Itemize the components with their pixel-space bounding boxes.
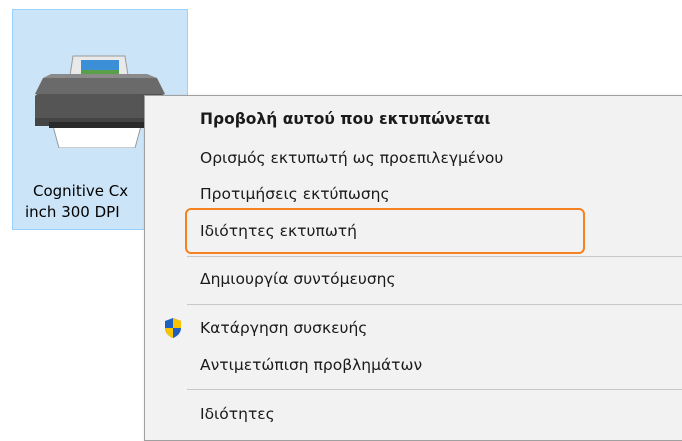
context-menu: Προβολή αυτού που εκτυπώνεται Ορισμός εκ… [144, 95, 682, 441]
menu-separator [187, 304, 682, 305]
menu-item-set-default-printer[interactable]: Ορισμός εκτυπωτή ως προεπιλεγμένου [145, 143, 682, 173]
menu-separator [187, 389, 682, 390]
menu-item-troubleshoot[interactable]: Αντιμετώπιση προβλημάτων [145, 350, 682, 380]
uac-shield-icon [165, 318, 181, 338]
menu-separator [187, 256, 682, 257]
menu-item-printer-properties[interactable]: Ιδιότητες εκτυπωτή [145, 216, 682, 246]
menu-item-see-whats-printing[interactable]: Προβολή αυτού που εκτυπώνεται [145, 104, 682, 134]
menu-item-remove-device[interactable]: Κατάργηση συσκευής [145, 313, 682, 343]
menu-item-printing-preferences[interactable]: Προτιμήσεις εκτύπωσης [145, 179, 682, 209]
menu-item-remove-device-label: Κατάργηση συσκευής [200, 319, 368, 337]
menu-item-properties[interactable]: Ιδιότητες [145, 399, 682, 429]
menu-item-create-shortcut[interactable]: Δημιουργία συντόμευσης [145, 264, 682, 294]
